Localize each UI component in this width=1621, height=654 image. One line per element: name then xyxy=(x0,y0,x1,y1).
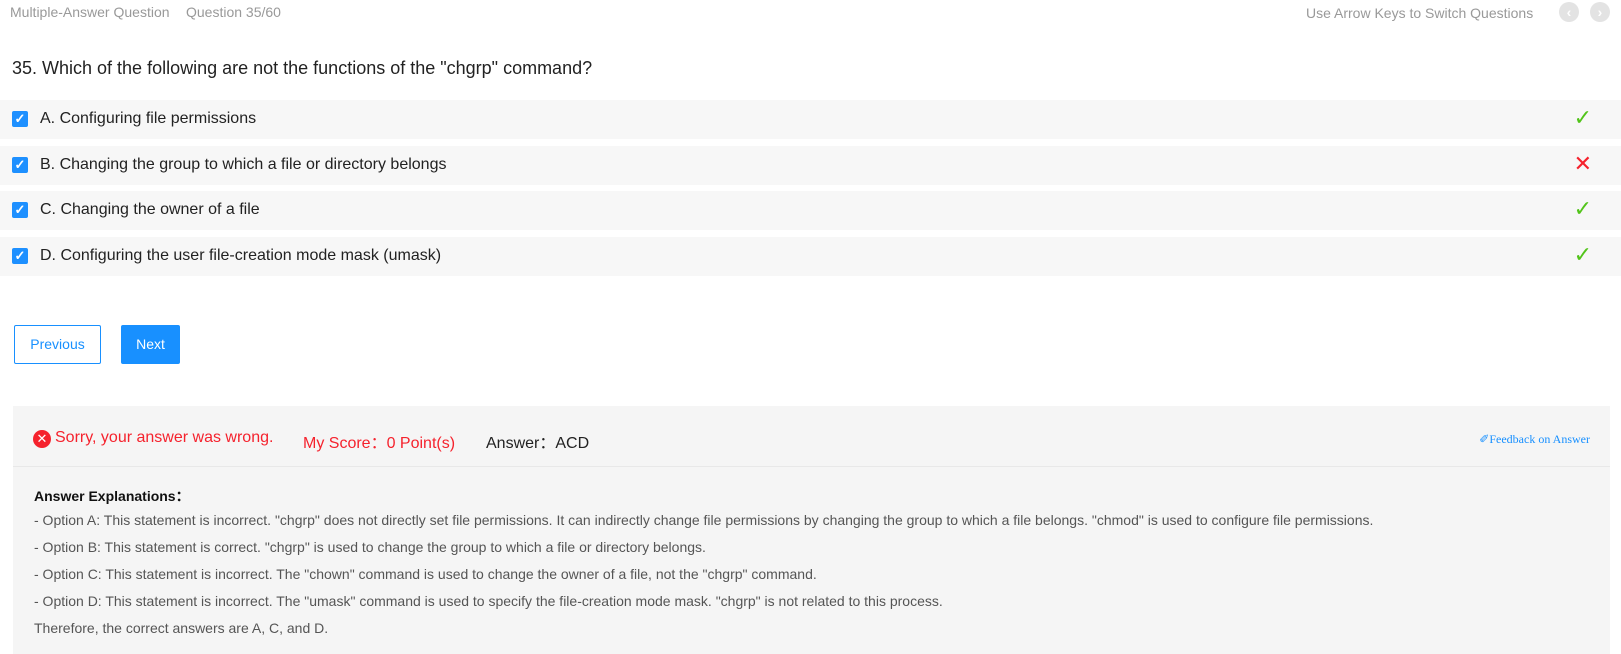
chevron-right-icon[interactable]: › xyxy=(1590,2,1610,22)
explanation-title: Answer Explanations： xyxy=(34,488,190,504)
error-icon: ✕ xyxy=(33,430,51,448)
option-label: D. Configuring the user file-creation mo… xyxy=(40,247,442,264)
question-type: Multiple-Answer Question xyxy=(10,4,170,20)
feedback-link-label: Feedback on Answer xyxy=(1489,432,1590,446)
score-text: My Score：0 Point(s) xyxy=(303,435,456,452)
option-label: B. Changing the group to which a file or… xyxy=(40,156,447,173)
checkbox-checked-icon[interactable]: ✓ xyxy=(12,157,28,173)
question-counter: Question 35/60 xyxy=(186,4,281,20)
top-bar: Multiple-Answer Question Question 35/60 … xyxy=(0,0,1621,26)
option-b[interactable]: ✓ B. Changing the group to which a file … xyxy=(0,146,1621,185)
explanation-line: - Option A: This statement is incorrect.… xyxy=(34,512,1374,528)
option-label: A. Configuring file permissions xyxy=(40,110,257,127)
option-label: C. Changing the owner of a file xyxy=(40,201,260,218)
result-panel: ✕ Sorry, your answer was wrong. My Score… xyxy=(13,406,1610,654)
explanation-line: - Option B: This statement is correct. "… xyxy=(34,539,706,555)
checkmark-icon: ✓ xyxy=(1573,105,1592,130)
cross-icon: ✕ xyxy=(1573,151,1592,176)
edit-icon: ✐ xyxy=(1479,432,1490,446)
checkmark-icon: ✓ xyxy=(1573,196,1592,221)
result-header: ✕ Sorry, your answer was wrong. My Score… xyxy=(13,406,1610,467)
question-text: 35. Which of the following are not the f… xyxy=(12,58,593,78)
keyboard-hint: Use Arrow Keys to Switch Questions xyxy=(1306,5,1534,21)
option-c[interactable]: ✓ C. Changing the owner of a file ✓ xyxy=(0,191,1621,230)
option-a[interactable]: ✓ A. Configuring file permissions ✓ xyxy=(0,100,1621,139)
result-status: Sorry, your answer was wrong. xyxy=(55,429,274,446)
previous-button[interactable]: Previous xyxy=(14,325,101,364)
checkbox-checked-icon[interactable]: ✓ xyxy=(12,202,28,218)
explanation-line: - Option D: This statement is incorrect.… xyxy=(34,593,943,609)
checkbox-checked-icon[interactable]: ✓ xyxy=(12,111,28,127)
option-d[interactable]: ✓ D. Configuring the user file-creation … xyxy=(0,237,1621,276)
checkmark-icon: ✓ xyxy=(1573,242,1592,267)
correct-answer: Answer：ACD xyxy=(486,435,590,452)
checkbox-checked-icon[interactable]: ✓ xyxy=(12,248,28,264)
next-button[interactable]: Next xyxy=(121,325,180,364)
feedback-link[interactable]: ✐Feedback on Answer xyxy=(1479,432,1590,447)
chevron-left-icon[interactable]: ‹ xyxy=(1559,2,1579,22)
explanation-line: - Option C: This statement is incorrect.… xyxy=(34,566,817,582)
explanation-line: Therefore, the correct answers are A, C,… xyxy=(34,620,329,636)
